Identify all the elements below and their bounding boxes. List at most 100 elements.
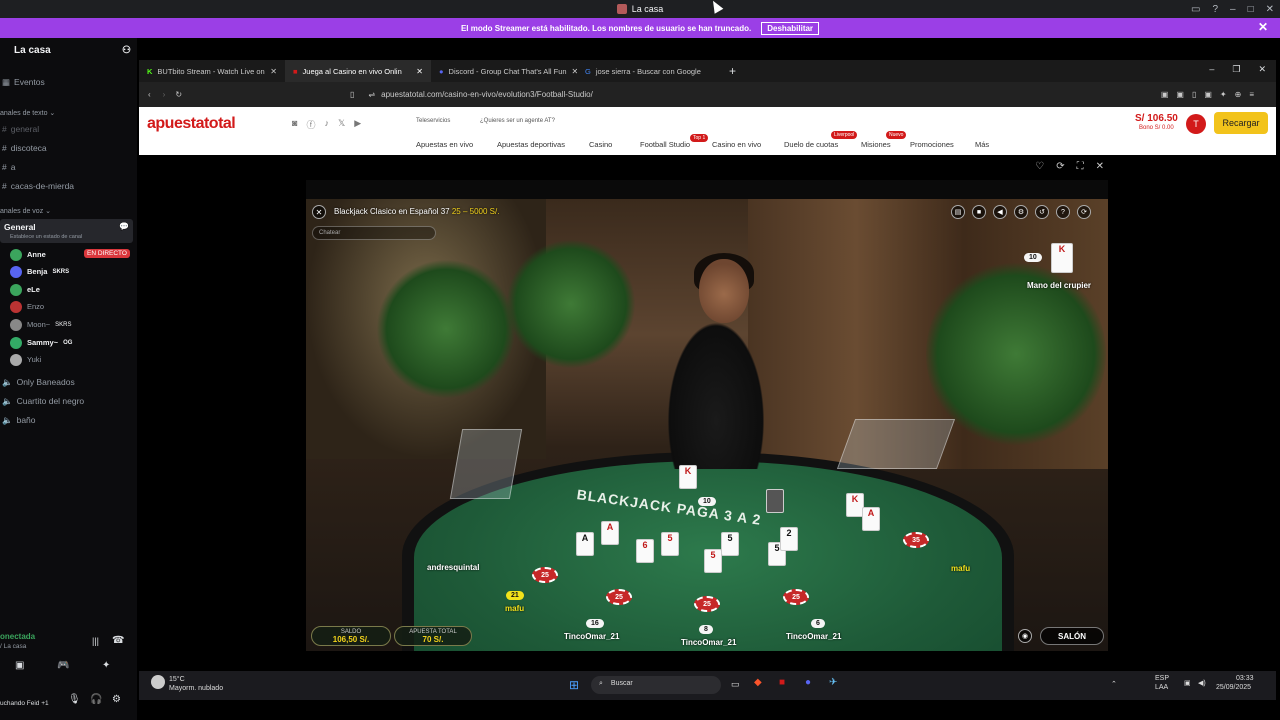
minimize-button[interactable]: – [1209,64,1214,75]
tab-kick[interactable]: K BUTbito Stream - Watch Live on ✕ [139,60,285,82]
network-icon[interactable]: ▣ [1184,679,1191,687]
close-game-icon[interactable]: ✕ [1096,161,1104,172]
nav-casino[interactable]: Casino [589,140,612,149]
lobby-button[interactable]: SALÓN [1040,627,1104,645]
close-game-icon[interactable]: ✕ [312,205,326,219]
headset-icon[interactable]: 🎧 [90,694,102,705]
voice-user[interactable]: Enzo [10,299,44,314]
inbox-icon[interactable]: ▭ [1191,4,1200,15]
voice-user[interactable]: Moon~ SKRS [10,317,72,332]
nav-promociones[interactable]: Promociones [910,140,954,149]
discord-icon[interactable]: ● [805,677,811,688]
server-header[interactable]: La casa ⚇ [0,38,137,62]
facebook-icon[interactable]: ⓕ [306,118,315,131]
help-icon[interactable]: ? [1056,205,1070,219]
eye-icon[interactable]: ◉ [1018,629,1032,643]
close-banner-icon[interactable]: ✕ [1258,20,1268,34]
temperature[interactable]: 15°C [169,676,185,683]
channel-cacas[interactable]: # cacas-de-mierda [0,178,134,194]
chat-icon[interactable]: ▤ [951,205,965,219]
language-layout[interactable]: LAA [1155,684,1168,691]
start-icon[interactable]: ⊞ [569,678,579,692]
sound-icon[interactable]: ◀) [1198,679,1206,687]
disconnect-icon[interactable]: ☎ [112,635,124,646]
teleservicios-link[interactable]: Teleservicios [416,118,450,124]
noise-icon[interactable]: ||| [92,636,99,646]
mic-icon[interactable]: 🎙 [68,694,81,705]
refresh-icon[interactable]: ⟳ [1056,161,1064,172]
recharge-button[interactable]: Recargar [1214,112,1268,134]
clock-time[interactable]: 03:33 [1236,675,1254,682]
events-item[interactable]: ▦ Eventos [0,74,134,90]
channel-bano[interactable]: 🔈 baño [0,412,134,428]
nav-mas[interactable]: Más [975,140,989,149]
fullscreen-icon[interactable]: ⛶ [1077,161,1084,172]
favorite-icon[interactable]: ♡ [1035,161,1044,172]
settings-icon[interactable]: ⚙ [112,694,121,705]
maximize-button[interactable]: □ [1248,4,1254,15]
weather-text[interactable]: Mayorm. nublado [169,685,223,692]
chat-input[interactable]: Chatear [312,226,436,240]
channel-general[interactable]: # general [0,121,134,137]
lobby-icon[interactable]: ⟳ [1077,205,1091,219]
voice-status[interactable]: Establece un estado de canal [10,234,82,240]
volume-icon[interactable]: ◀ [993,205,1007,219]
tiktok-icon[interactable]: ♪ [324,118,329,131]
balance[interactable]: S/ 106.50 [1135,113,1178,124]
app-icon[interactable]: ■ [779,677,785,688]
youtube-icon[interactable]: ▶ [354,118,361,131]
nav-football-studio[interactable]: Football Studio [640,140,690,149]
settings-icon[interactable]: ⚙ [1014,205,1028,219]
user-avatar[interactable]: T [1186,114,1206,134]
reload-icon[interactable]: ↻ [175,90,182,99]
invite-icon[interactable]: ⚇ [122,45,131,56]
text-channels-header[interactable]: anales de texto ⌄ [0,109,55,117]
screen-share-icon[interactable]: ▣ [15,660,24,671]
bookmark-icon[interactable]: ▯ [350,90,354,99]
language[interactable]: ESP [1155,675,1169,682]
tab-google[interactable]: Gjose sierra - Buscar con Google [577,60,723,82]
voice-user[interactable]: eLe [10,282,40,297]
help-icon[interactable]: ? [1212,4,1218,15]
close-tab-icon[interactable]: ✕ [270,67,277,76]
steam-icon[interactable]: ✈ [829,677,837,688]
nav-duelo-de-cuotas[interactable]: Duelo de cuotas [784,140,838,149]
disable-streamer-button[interactable]: Deshabilitar [761,21,820,35]
video-icon[interactable]: ■ [972,205,986,219]
history-icon[interactable]: ↺ [1035,205,1049,219]
chat-icon[interactable]: 💬 [119,222,129,231]
maximize-button[interactable]: ❐ [1232,64,1240,75]
channel-cuartito[interactable]: 🔈 Cuartito del negro [0,393,134,409]
voice-user[interactable]: Sammy~ OG [10,335,72,350]
channel-a[interactable]: # a [0,159,134,175]
tab-casino[interactable]: ■ Juega al Casino en vivo Onlin ✕ [285,60,431,82]
browser-extensions-icon[interactable]: ▣▣▯▣✦⊕≡ [1161,90,1262,99]
instagram-icon[interactable]: ◙ [292,118,297,131]
back-icon[interactable]: ‹ [148,90,151,99]
live-game-stream[interactable]: BLACKJACK PAGA 3 A 2 K K A A A 6 5 5 5 5… [306,199,1108,651]
search-box[interactable]: ⌕ Buscar [591,676,721,694]
taskview-icon[interactable]: ▭ [731,679,740,690]
nav-misiones[interactable]: Misiones [861,140,891,149]
brave-icon[interactable]: ◆ [754,677,762,688]
voice-channels-header[interactable]: anales de voz ⌄ [0,207,51,215]
site-info-icon[interactable]: ⇌ [368,90,375,99]
tab-discord[interactable]: ● Discord - Group Chat That's All Fun ✕ [431,60,577,82]
agent-link[interactable]: ¿Quieres ser un agente AT? [480,118,555,124]
site-logo[interactable]: apuestatotal [147,115,236,133]
forward-icon[interactable]: › [163,90,166,99]
voice-user[interactable]: Anne [10,247,46,262]
address-bar[interactable]: apuestatotal.com/casino-en-vivo/evolutio… [381,90,593,99]
activity-icon[interactable]: 🎮 [57,660,69,671]
new-tab-button[interactable]: + [729,64,736,78]
soundboard-icon[interactable]: ✦ [102,660,110,671]
channel-only-baneados[interactable]: 🔈 Only Baneados [0,374,134,390]
close-tab-icon[interactable]: ✕ [416,67,423,76]
clock-date[interactable]: 25/09/2025 [1216,684,1251,691]
minimize-button[interactable]: – [1230,4,1236,15]
nav-apuestas-en-vivo[interactable]: Apuestas en vivo [416,140,473,149]
channel-discoteca[interactable]: # discoteca [0,140,134,156]
nav-casino-en-vivo[interactable]: Casino en vivo [712,140,761,149]
close-button[interactable]: ✕ [1258,64,1266,75]
voice-user[interactable]: Benja SKRS [10,264,69,279]
